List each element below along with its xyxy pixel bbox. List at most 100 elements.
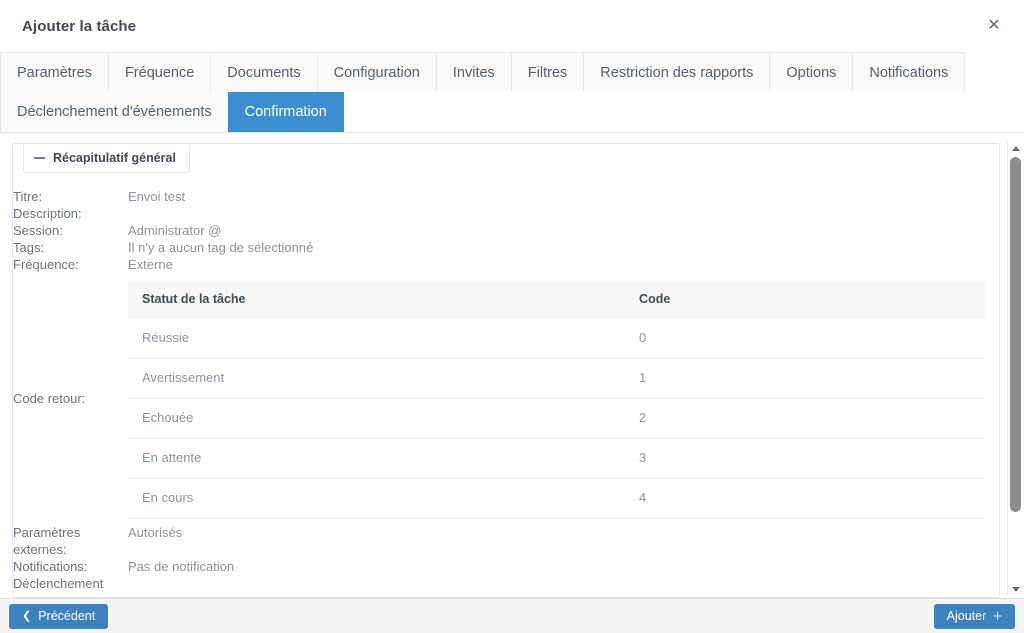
summary-row-session: Session: Administrator @ bbox=[13, 222, 999, 239]
table-row: En cours 4 bbox=[128, 477, 985, 518]
tab-notifications[interactable]: Notifications bbox=[852, 52, 966, 92]
add-task-modal: Ajouter la tâche ✕ Paramètres Fréquence … bbox=[0, 0, 1024, 633]
cell-statut: Réussie bbox=[128, 317, 626, 358]
spacer bbox=[118, 273, 128, 524]
summary-value: Externe bbox=[128, 257, 173, 272]
summary-table: Titre: Envoi test Description: Session: bbox=[13, 188, 999, 592]
scrollbar-thumb[interactable] bbox=[1010, 157, 1021, 512]
summary-value: Autorisés bbox=[128, 525, 183, 540]
cell-statut: Avertissement bbox=[128, 357, 626, 398]
tab-restriction-des-rapports[interactable]: Restriction des rapports bbox=[583, 52, 771, 92]
summary-row-tags: Tags: Il n'y a aucun tag de sélectionné bbox=[13, 239, 999, 256]
summary-label: Tags: bbox=[13, 240, 45, 255]
column-header-code: Code bbox=[625, 281, 985, 318]
tab-filtres[interactable]: Filtres bbox=[510, 52, 585, 92]
summary-label: Titre: bbox=[13, 189, 43, 204]
tab-confirmation[interactable]: Confirmation bbox=[227, 92, 344, 132]
recap-panel-legend[interactable]: Récapitulatif général bbox=[23, 144, 190, 173]
table-row: Avertissement 1 bbox=[128, 357, 985, 398]
cell-code: 4 bbox=[625, 477, 985, 518]
minus-icon bbox=[34, 157, 45, 159]
cell-code: 1 bbox=[625, 357, 985, 398]
add-button[interactable]: Ajouter + bbox=[933, 603, 1015, 629]
table-row: Echouée 2 bbox=[128, 397, 985, 438]
code-retour-cell: Statut de la tâche Code Réussie 0 Averti… bbox=[128, 273, 999, 524]
tab-declenchement-evenements[interactable]: Déclenchement d'événements bbox=[0, 92, 229, 132]
modal-footer: ❮ Précédent Ajouter + bbox=[0, 598, 1024, 633]
summary-label: Notifications: bbox=[13, 559, 88, 574]
column-header-statut: Statut de la tâche bbox=[128, 281, 626, 318]
vertical-scrollbar[interactable] bbox=[1007, 141, 1022, 596]
plus-icon: + bbox=[993, 607, 1002, 625]
modal-body: Récapitulatif général Titre: Envoi test bbox=[0, 133, 1024, 598]
cell-code: 3 bbox=[625, 437, 985, 478]
spacer bbox=[118, 188, 128, 205]
close-icon[interactable]: ✕ bbox=[984, 16, 1004, 36]
summary-row-declenchement: Déclenchement bbox=[13, 575, 999, 592]
table-row: Réussie 0 bbox=[128, 317, 985, 358]
chevron-up-icon[interactable] bbox=[1008, 141, 1023, 155]
cell-code: 0 bbox=[625, 317, 985, 358]
previous-button[interactable]: ❮ Précédent bbox=[9, 603, 109, 629]
cell-statut: En cours bbox=[128, 477, 626, 518]
summary-label: Paramètres externes: bbox=[13, 525, 81, 557]
summary-label: Fréquence: bbox=[13, 257, 79, 272]
spacer bbox=[118, 205, 128, 222]
summary-label: Description: bbox=[13, 206, 82, 221]
add-button-label: Ajouter bbox=[946, 608, 987, 623]
summary-value: Pas de notification bbox=[128, 559, 235, 574]
summary-label: Session: bbox=[13, 223, 63, 238]
tab-invites[interactable]: Invites bbox=[435, 52, 512, 92]
tab-label: Configuration bbox=[333, 64, 420, 81]
tab-parametres[interactable]: Paramètres bbox=[0, 52, 109, 92]
tab-label: Filtres bbox=[527, 64, 568, 81]
previous-button-label: Précédent bbox=[38, 608, 96, 623]
tab-configuration[interactable]: Configuration bbox=[316, 52, 437, 92]
summary-label: Déclenchement bbox=[13, 576, 104, 591]
summary-row-frequence: Fréquence: Externe bbox=[13, 256, 999, 273]
spacer bbox=[118, 222, 128, 239]
spacer bbox=[118, 239, 128, 256]
summary-row-description: Description: bbox=[13, 205, 999, 222]
summary-value: Administrator @ bbox=[128, 223, 222, 238]
summary-row-titre: Titre: Envoi test bbox=[13, 188, 999, 205]
summary-value: Il n'y a aucun tag de sélectionné bbox=[128, 240, 314, 255]
summary-label: Code retour: bbox=[13, 391, 86, 406]
summary-row-notifications: Notifications: Pas de notification bbox=[13, 558, 999, 575]
tab-documents[interactable]: Documents bbox=[210, 52, 318, 92]
modal-header: Ajouter la tâche ✕ bbox=[0, 0, 1024, 52]
tab-options[interactable]: Options bbox=[769, 52, 854, 92]
tab-label: Documents bbox=[227, 64, 301, 81]
tab-label: Paramètres bbox=[17, 64, 92, 81]
chevron-left-icon: ❮ bbox=[22, 609, 32, 622]
recap-panel-title: Récapitulatif général bbox=[53, 151, 176, 165]
summary-value: Envoi test bbox=[128, 189, 186, 204]
page-title: Ajouter la tâche bbox=[22, 17, 137, 35]
recap-panel: Récapitulatif général Titre: Envoi test bbox=[12, 143, 1000, 598]
summary-row-code-retour: Code retour: Statut de la tâche Code Réu… bbox=[13, 273, 999, 524]
tab-label: Invites bbox=[452, 64, 495, 81]
tab-label: Déclenchement d'événements bbox=[17, 104, 212, 120]
tab-label: Confirmation bbox=[244, 104, 327, 120]
tab-frequence[interactable]: Fréquence bbox=[107, 52, 212, 92]
spacer bbox=[118, 558, 128, 575]
summary-value bbox=[128, 575, 999, 592]
summary-row-parametres-externes: Paramètres externes: Autorisés bbox=[13, 524, 999, 558]
tab-label: Fréquence bbox=[124, 64, 195, 81]
spacer bbox=[118, 575, 128, 592]
code-retour-table: Statut de la tâche Code Réussie 0 Averti… bbox=[128, 281, 985, 518]
chevron-down-icon[interactable] bbox=[1008, 582, 1023, 596]
tab-label: Notifications bbox=[869, 64, 949, 81]
spacer bbox=[118, 256, 128, 273]
table-row: En attente 3 bbox=[128, 437, 985, 478]
summary-value bbox=[128, 205, 999, 222]
tab-row-secondary: Déclenchement d'événements Confirmation bbox=[0, 92, 1024, 132]
tab-label: Options bbox=[786, 64, 837, 81]
table-header-row: Statut de la tâche Code bbox=[128, 281, 985, 318]
tab-bar: Paramètres Fréquence Documents Configura… bbox=[0, 52, 1024, 133]
cell-statut: Echouée bbox=[128, 397, 626, 438]
recap-panel-content: Titre: Envoi test Description: Session: bbox=[13, 144, 999, 597]
cell-statut: En attente bbox=[128, 437, 626, 478]
cell-code: 2 bbox=[625, 397, 985, 438]
tab-label: Restriction des rapports bbox=[600, 64, 754, 81]
